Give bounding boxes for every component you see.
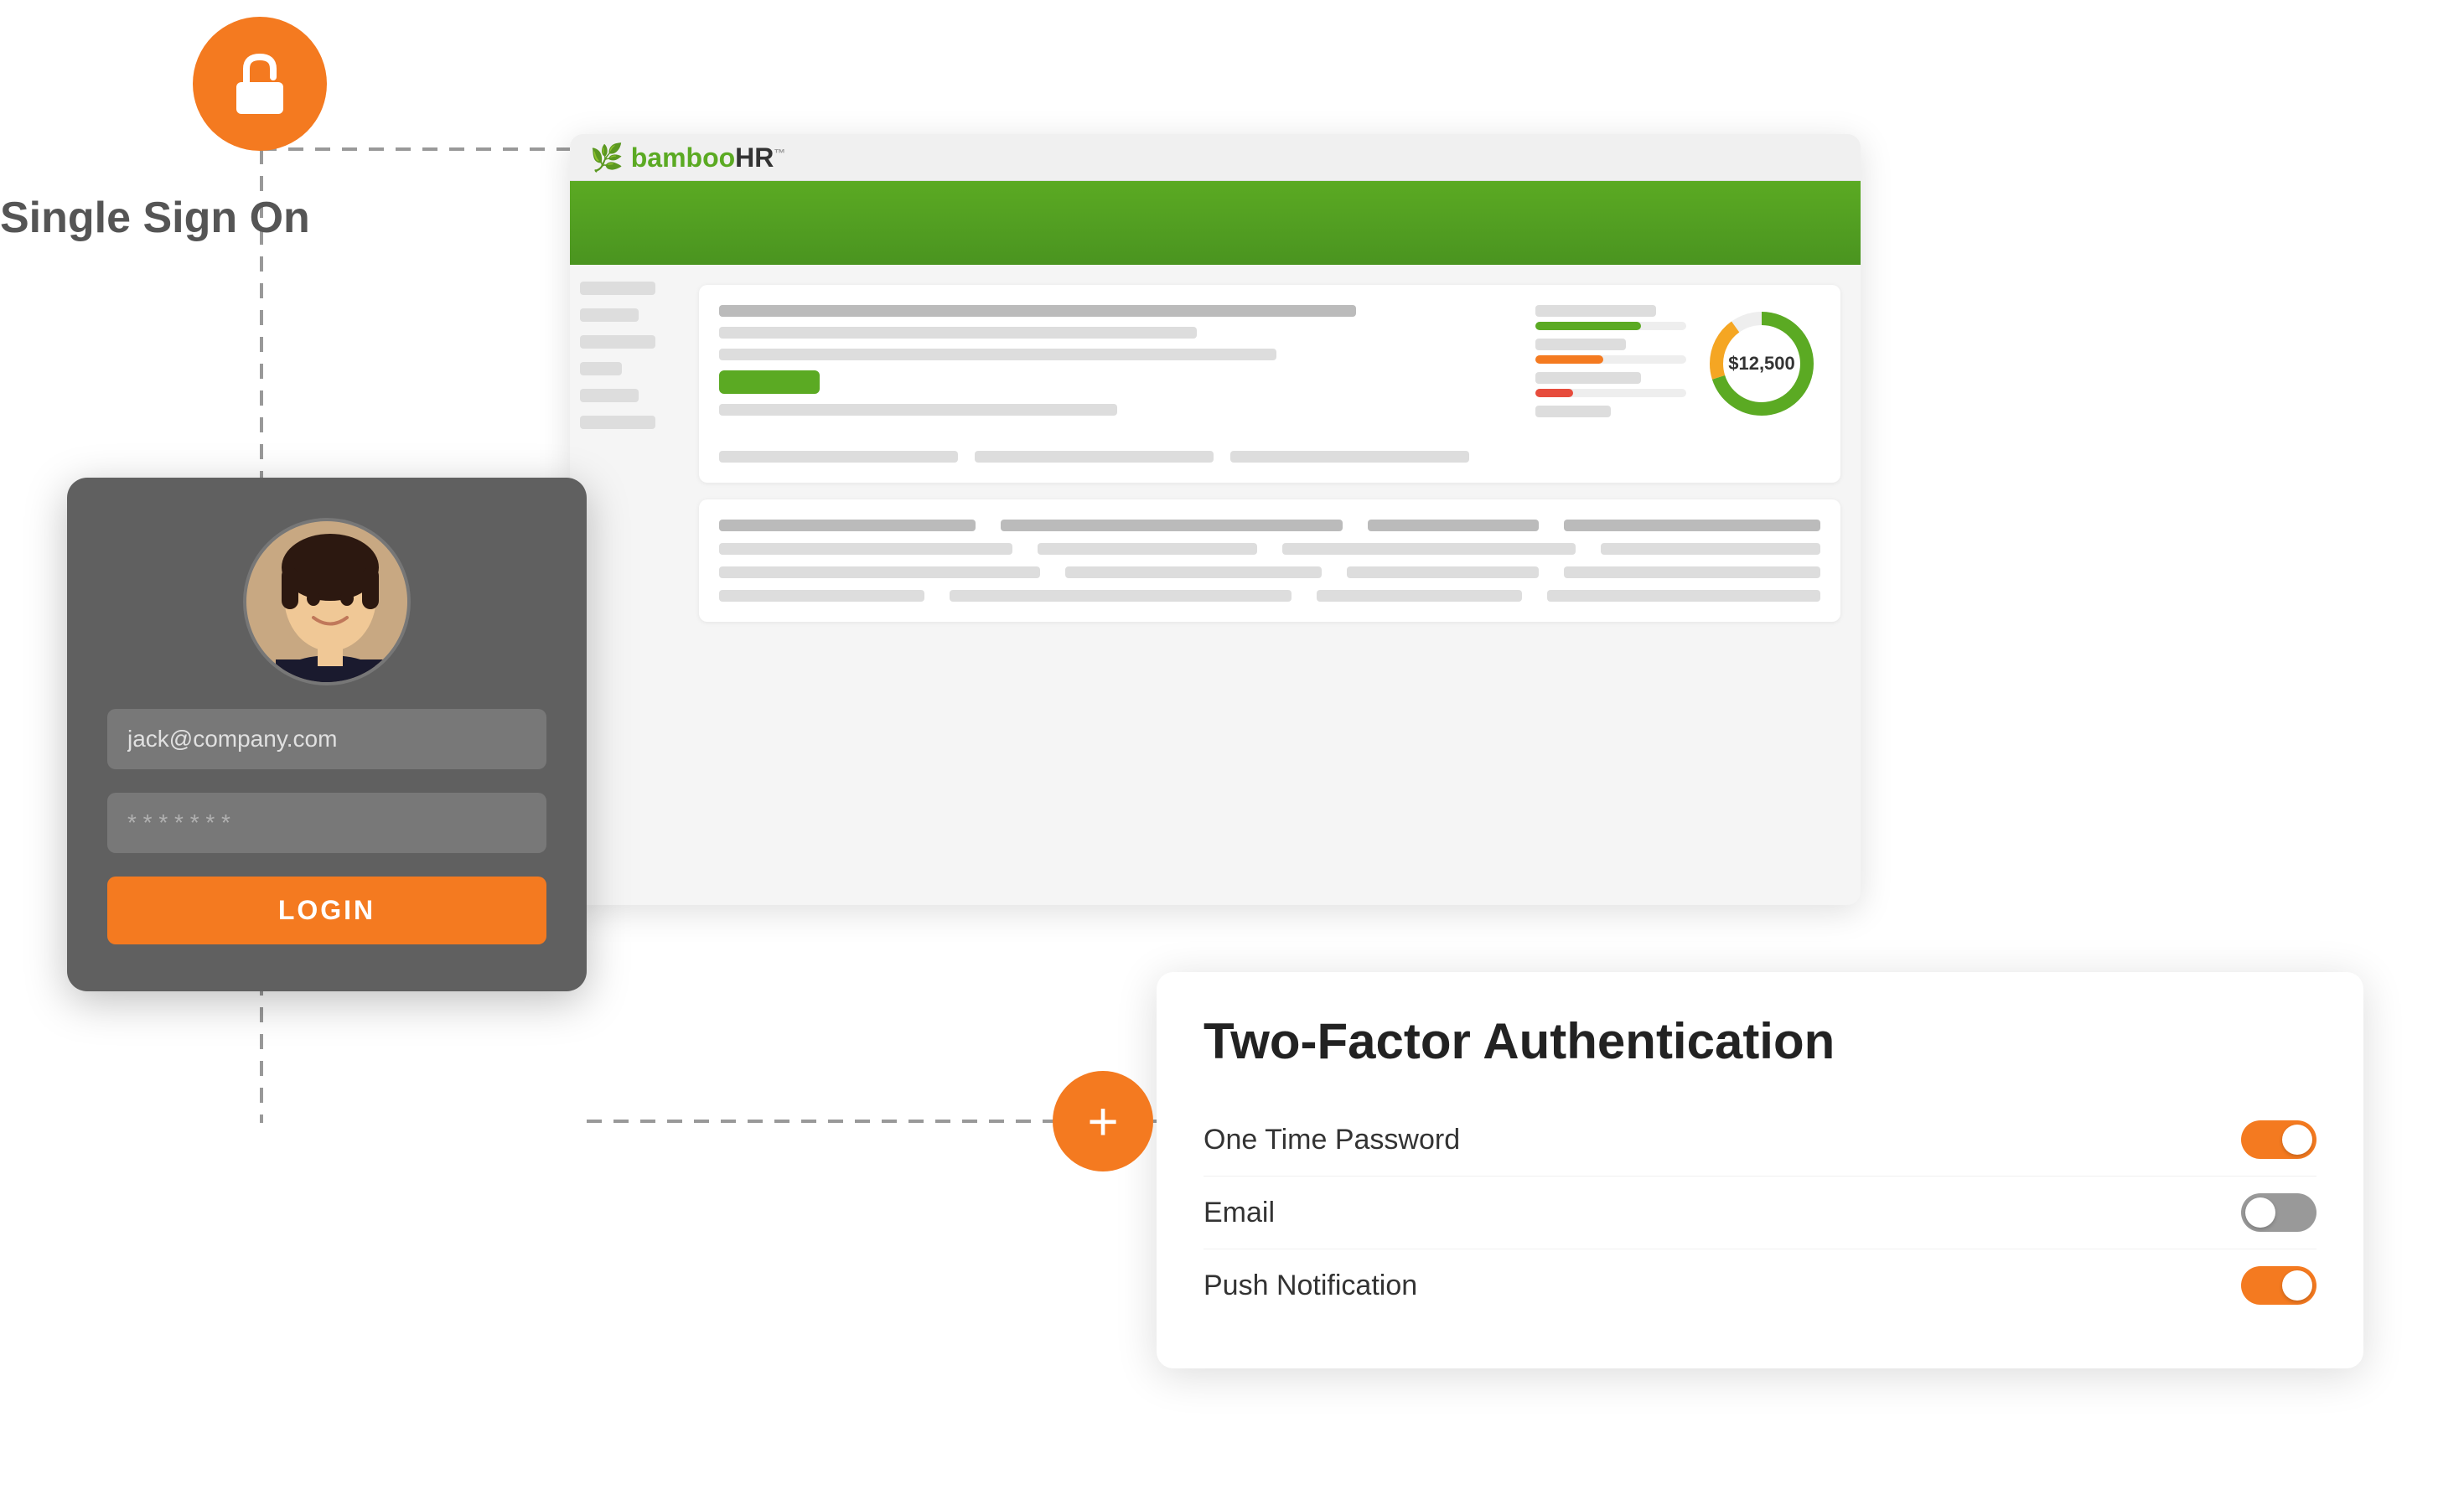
text-placeholder [950,590,1292,602]
text-placeholder [1368,520,1539,531]
card-right-content: $12,500 [1535,305,1820,463]
text-placeholder [719,566,1040,578]
donut-chart: $12,500 [1703,305,1820,422]
text-placeholder [1038,543,1257,555]
text-placeholder [719,451,958,463]
text-placeholder [719,404,1117,416]
main-content: $12,500 [679,265,1861,905]
text-placeholder [1535,406,1611,417]
lock-icon-circle [193,17,327,151]
toggle-push[interactable] [2241,1266,2316,1305]
sso-label: Single Sign On [0,193,310,243]
toggle-thumb-email [2245,1197,2275,1228]
card-left-content [719,305,1515,463]
text-placeholder [719,305,1356,317]
email-input[interactable] [107,709,546,769]
donut-label: $12,500 [1728,353,1795,375]
text-placeholder [719,327,1197,339]
text-placeholder [1230,451,1469,463]
tfa-row-email: Email [1204,1177,2316,1249]
text-placeholder [719,590,924,602]
text-placeholder [719,543,1012,555]
dashboard-body: $12,500 [570,265,1861,905]
bamboo-hr-text: HR [735,142,774,173]
text-placeholder [975,451,1214,463]
dashboard-window: 🌿 bambooHR™ [570,134,1861,905]
tfa-label-push: Push Notification [1204,1270,1417,1302]
bamboo-logo: 🌿 bambooHR™ [590,142,785,173]
text-placeholder [719,520,976,531]
login-panel: LOGIN [67,478,587,991]
sidebar-item [580,335,655,349]
toggle-email[interactable] [2241,1193,2316,1232]
text-placeholder [1601,543,1820,555]
text-placeholder [1535,339,1626,350]
trademark: ™ [774,146,785,159]
sidebar-item [580,282,655,295]
toggle-otp[interactable] [2241,1120,2316,1159]
text-placeholder [1065,566,1322,578]
tfa-title: Two-Factor Authentication [1204,1012,2316,1070]
sidebar-item [580,362,622,375]
text-placeholder [1347,566,1540,578]
toggle-thumb-push [2282,1270,2312,1301]
main-card-1: $12,500 [699,285,1840,483]
text-placeholder [1535,305,1656,317]
sidebar-item [580,308,639,322]
tfa-label-otp: One Time Password [1204,1124,1460,1156]
text-placeholder [1564,520,1820,531]
text-placeholder [1317,590,1522,602]
action-button[interactable] [719,370,820,394]
plus-icon: + [1087,1090,1118,1152]
tfa-panel: Two-Factor Authentication One Time Passw… [1157,972,2363,1368]
tfa-row-otp: One Time Password [1204,1104,2316,1177]
text-placeholder [1282,543,1576,555]
titlebar: 🌿 bambooHR™ [570,134,1861,181]
text-placeholder [1001,520,1343,531]
tfa-label-email: Email [1204,1197,1275,1229]
plus-circle: + [1053,1071,1153,1171]
tfa-row-push: Push Notification [1204,1249,2316,1321]
text-placeholder [1535,372,1641,384]
login-button[interactable]: LOGIN [107,877,546,944]
text-placeholder [1564,566,1820,578]
bottom-rows [719,451,1515,463]
toggle-thumb-otp [2282,1125,2312,1155]
sidebar-item [580,416,655,429]
text-placeholder [719,349,1276,360]
header-bar [570,181,1861,265]
text-placeholder [1547,590,1820,602]
sidebar-item [580,389,639,402]
main-card-2 [699,499,1840,622]
avatar [243,518,411,685]
lock-icon [226,50,293,117]
password-input[interactable] [107,793,546,853]
